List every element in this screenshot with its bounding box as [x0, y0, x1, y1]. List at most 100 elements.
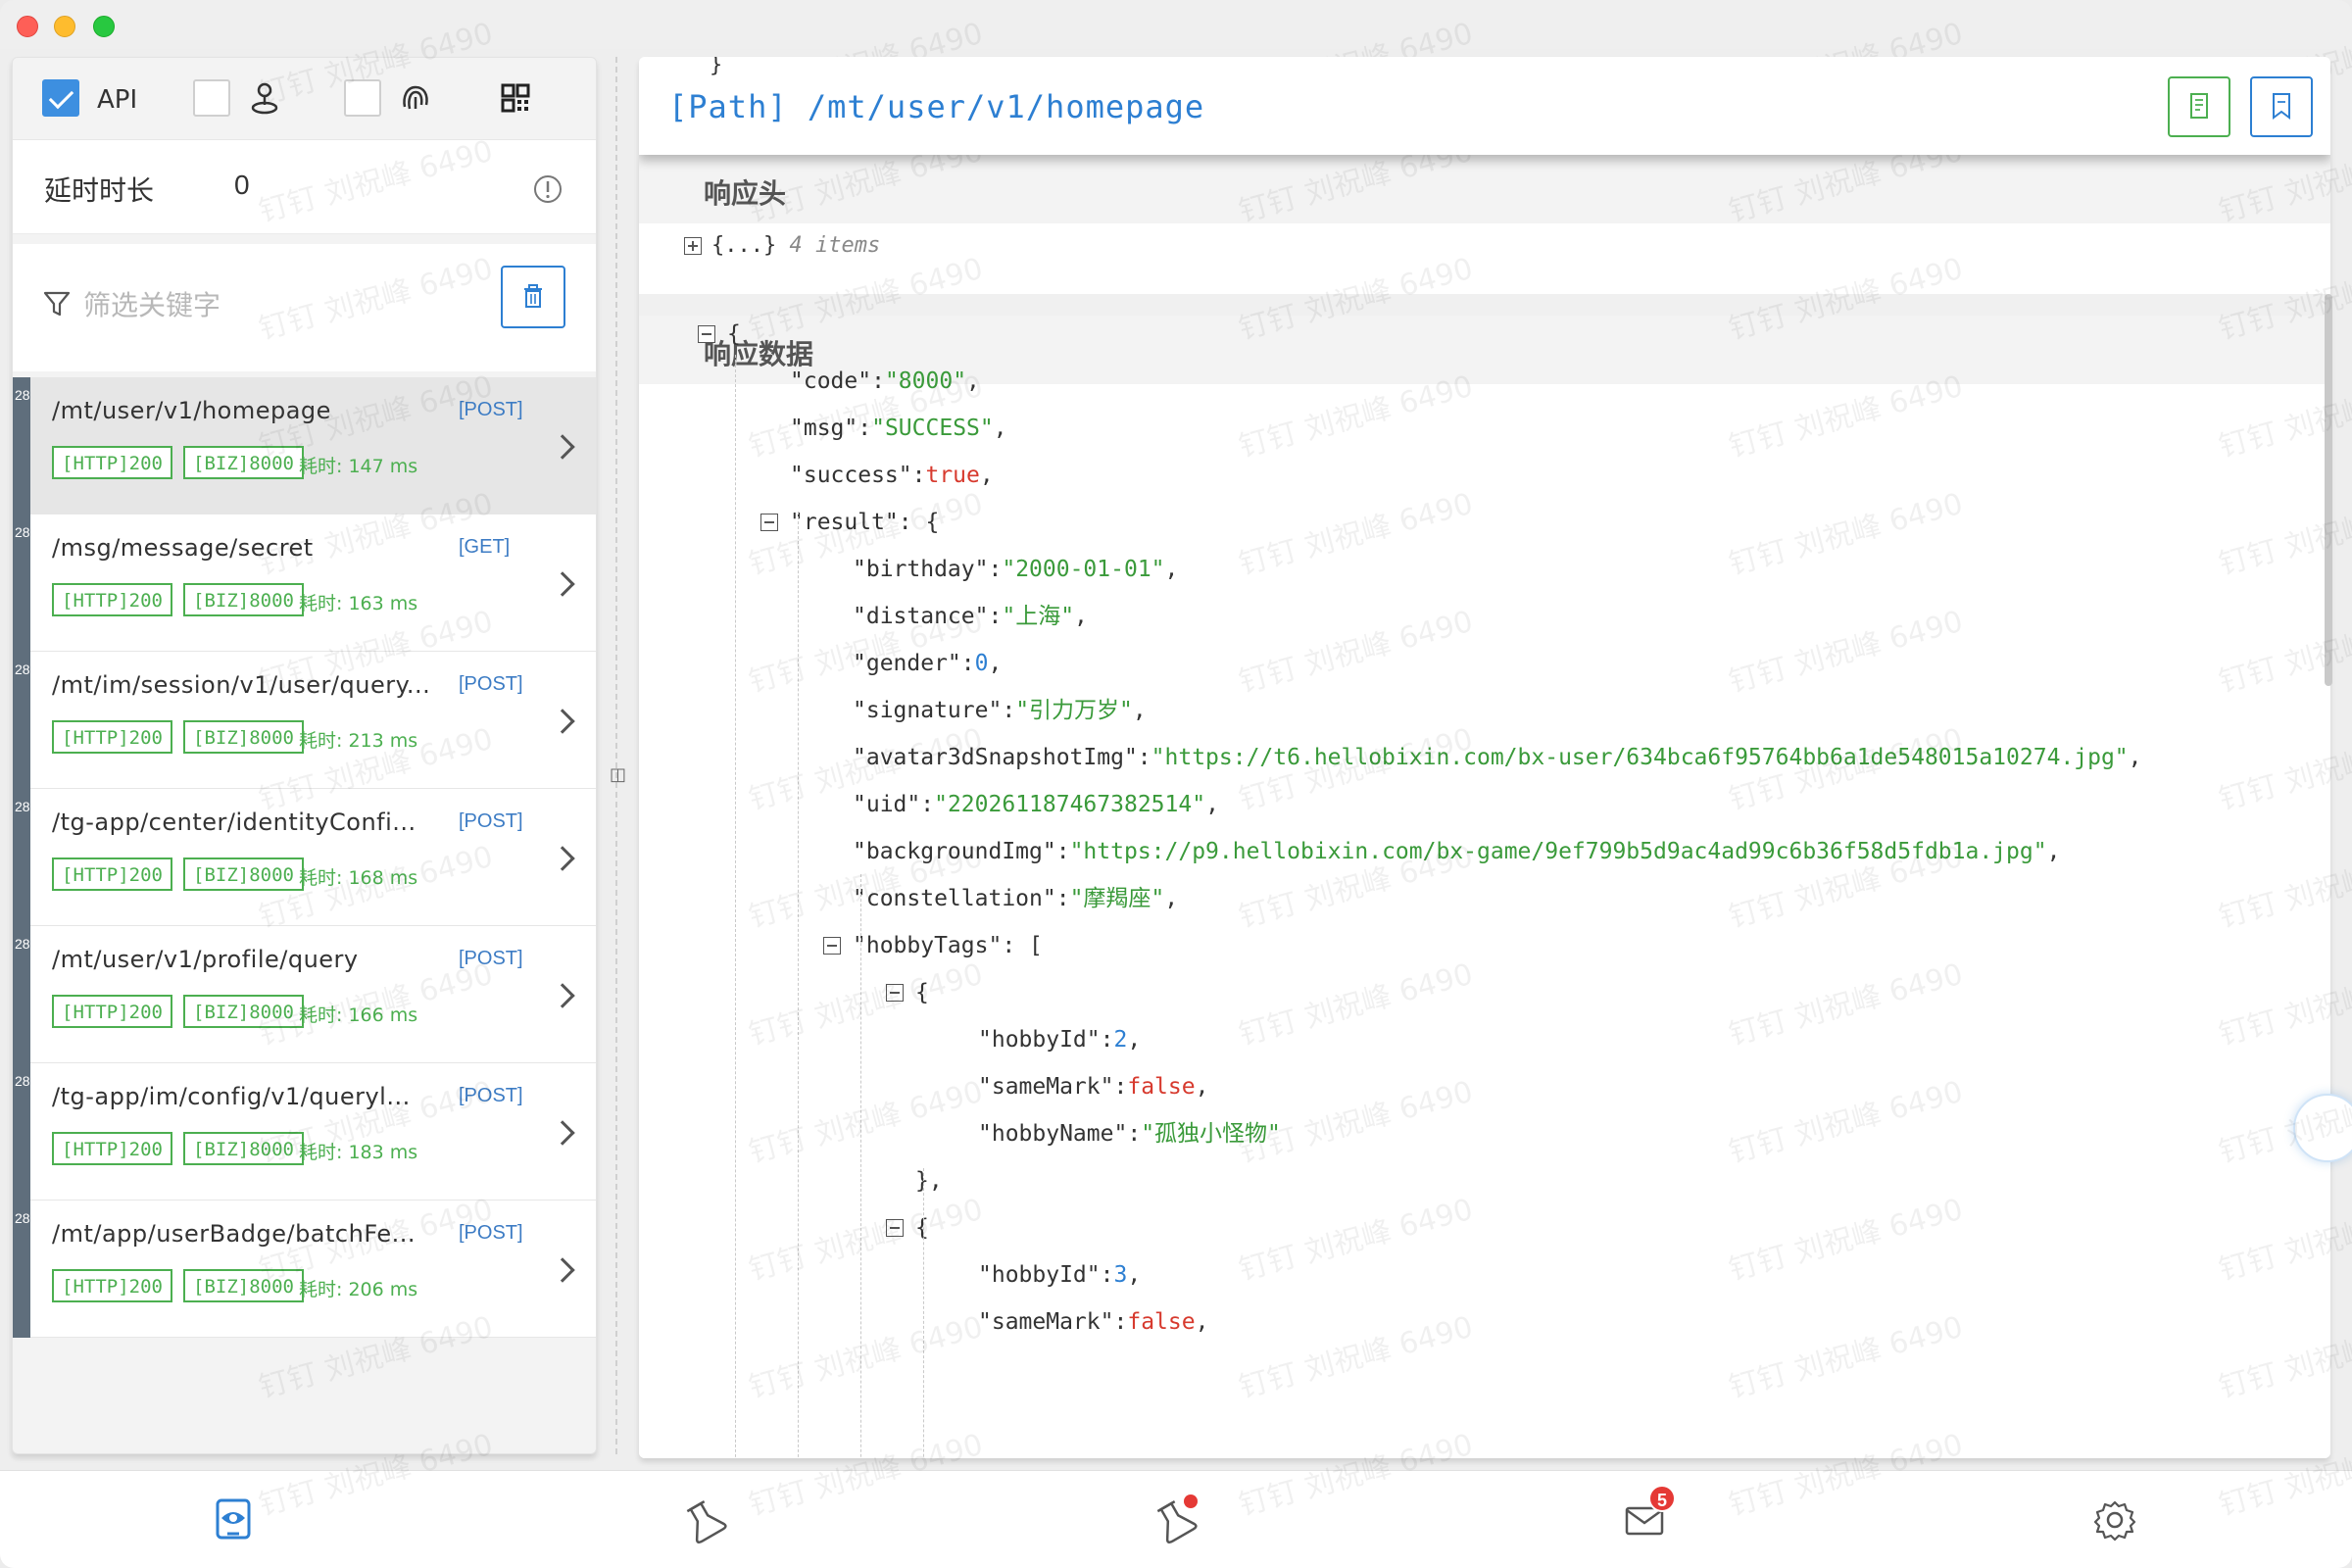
json-token: ,: [1195, 1074, 1209, 1100]
bookmark-button[interactable]: [2250, 76, 2313, 137]
biz-code-tag: [BIZ]8000: [183, 1269, 304, 1302]
request-index: 28: [15, 524, 30, 540]
response-headers-section: 响应头: [639, 155, 2330, 223]
json-token: : [: [1002, 933, 1043, 958]
request-path: /tg-app/center/identityConfi...: [52, 808, 416, 836]
http-status-tag: [HTTP]200: [52, 720, 172, 754]
json-token: :: [1100, 1262, 1114, 1288]
nav-lab[interactable]: [674, 1491, 733, 1549]
request-list-item[interactable]: 28 /tg-app/center/identityConfi... [POST…: [13, 789, 596, 926]
request-list-item[interactable]: 28 /mt/user/v1/homepage [POST] [HTTP]200…: [13, 377, 596, 514]
clear-list-button[interactable]: [501, 266, 565, 328]
filter-keyword-input[interactable]: [83, 283, 475, 326]
json-token: "220261187467382514": [934, 792, 1206, 817]
chevron-right-icon[interactable]: [550, 709, 575, 734]
indent-guide: [923, 1168, 924, 1458]
json-token: "引力万岁": [1015, 698, 1133, 723]
json-token: "avatar3dSnapshotImg": [853, 745, 1138, 770]
request-index: 28: [15, 1073, 30, 1089]
location-checkbox[interactable]: [193, 79, 230, 117]
request-index: 28: [15, 662, 30, 677]
maximize-window-button[interactable]: [93, 16, 115, 37]
json-token: "sameMark": [978, 1309, 1114, 1335]
app-window: API 延时时长 0 筛选关键字 28 /mt/user/v1/homepage…: [0, 0, 2352, 1568]
json-token: "uid": [853, 792, 921, 817]
json-token: :: [1100, 1027, 1114, 1053]
collapse-toggle-icon[interactable]: [886, 984, 904, 1002]
chevron-right-icon[interactable]: [550, 434, 575, 460]
json-line: "distance":"上海",: [853, 602, 1088, 631]
biz-code-tag: [BIZ]8000: [183, 1132, 304, 1165]
json-token: ,: [1127, 1262, 1142, 1288]
expand-icon[interactable]: [684, 237, 702, 255]
panel-splitter[interactable]: [615, 57, 617, 1454]
http-status-tag: [HTTP]200: [52, 995, 172, 1028]
json-line: "hobbyId":2,: [978, 1025, 1141, 1054]
request-index: 28: [15, 387, 30, 403]
request-index: 28: [15, 936, 30, 952]
json-token: :: [988, 604, 1003, 629]
chevron-right-icon[interactable]: [550, 983, 575, 1008]
json-line: {: [727, 319, 741, 349]
vertical-scrollbar[interactable]: [2325, 294, 2332, 686]
request-index: 28: [15, 1210, 30, 1226]
filter-icon: [43, 291, 71, 317]
json-token: :: [871, 368, 885, 394]
qrcode-icon[interactable]: [497, 79, 534, 117]
nav-messages[interactable]: 5: [1615, 1485, 1676, 1549]
delay-value-input[interactable]: 0: [234, 170, 250, 201]
info-icon[interactable]: [532, 173, 564, 205]
json-token: 2: [1113, 1027, 1128, 1053]
request-method: [POST]: [459, 810, 523, 832]
request-duration: 耗时: 213 ms: [299, 730, 418, 752]
nav-monitor[interactable]: [204, 1491, 263, 1549]
json-token: :: [1137, 745, 1152, 770]
request-duration: 耗时: 147 ms: [299, 456, 418, 477]
json-token: :: [1113, 1074, 1128, 1100]
json-token: "distance": [853, 604, 989, 629]
json-line: "hobbyTags": [: [853, 931, 1043, 960]
request-list-item[interactable]: 28 /mt/app/userBadge/batchFe... [POST] […: [13, 1200, 596, 1338]
collapse-toggle-icon[interactable]: [698, 325, 715, 343]
splitter-handle-icon[interactable]: ◫: [610, 764, 626, 785]
request-duration: 耗时: 166 ms: [299, 1004, 418, 1026]
api-checkbox[interactable]: [42, 79, 79, 117]
json-token: :: [1055, 886, 1070, 911]
chevron-right-icon[interactable]: [550, 846, 575, 871]
request-list-item[interactable]: 28 /mt/im/session/v1/user/query... [POST…: [13, 652, 596, 789]
nav-settings[interactable]: [2085, 1491, 2144, 1549]
chevron-right-icon[interactable]: [550, 571, 575, 597]
json-token: "code": [790, 368, 872, 394]
http-status-tag: [HTTP]200: [52, 446, 172, 479]
json-token: :: [911, 463, 926, 488]
json-line: "uid":"220261187467382514",: [853, 790, 1219, 819]
view-doc-button[interactable]: [2168, 76, 2230, 137]
minimize-window-button[interactable]: [54, 16, 75, 37]
unread-badge: 5: [1648, 1485, 1676, 1512]
collapse-toggle-icon[interactable]: [823, 937, 841, 955]
http-status-tag: [HTTP]200: [52, 1132, 172, 1165]
collapse-toggle-icon[interactable]: [886, 1219, 904, 1237]
biz-code-tag: [BIZ]8000: [183, 446, 304, 479]
flask-icon: [686, 1500, 727, 1544]
chevron-right-icon[interactable]: [550, 1257, 575, 1283]
json-token: "摩羯座": [1069, 886, 1165, 911]
json-token: ,: [1127, 1027, 1142, 1053]
nav-lab-alert[interactable]: [1145, 1491, 1203, 1549]
document-icon: [2190, 93, 2208, 119]
json-token: false: [1127, 1074, 1196, 1100]
json-token: 3: [1113, 1262, 1128, 1288]
section-divider: [639, 294, 2330, 316]
collapse-toggle-icon[interactable]: [760, 514, 778, 531]
http-status-tag: [HTTP]200: [52, 583, 172, 616]
chevron-right-icon[interactable]: [550, 1120, 575, 1146]
request-list-item[interactable]: 28 /msg/message/secret [GET] [HTTP]200 […: [13, 514, 596, 652]
request-list-item[interactable]: 28 /tg-app/im/config/v1/queryl... [POST]…: [13, 1063, 596, 1200]
headers-collapsed-preview[interactable]: {...} 4 items: [711, 233, 880, 258]
fingerprint-checkbox[interactable]: [344, 79, 381, 117]
json-token: ,: [2128, 745, 2142, 770]
close-window-button[interactable]: [17, 16, 38, 37]
request-list-item[interactable]: 28 /mt/user/v1/profile/query [POST] [HTT…: [13, 926, 596, 1063]
json-token: {: [727, 321, 741, 347]
json-line: "birthday":"2000-01-01",: [853, 555, 1178, 584]
